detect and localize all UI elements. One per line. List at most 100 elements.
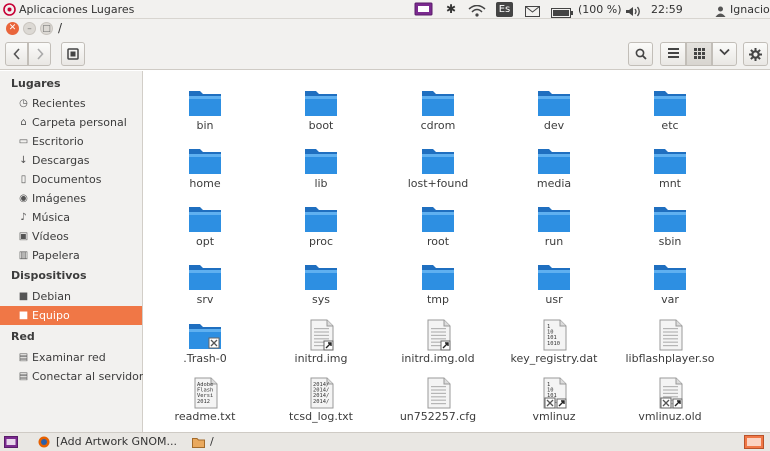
file-item[interactable]: cdrom: [380, 76, 496, 132]
computer-icon: ■: [18, 310, 29, 321]
close-window-button[interactable]: ✕: [6, 22, 19, 35]
file-item[interactable]: tmp: [380, 250, 496, 306]
file-item[interactable]: media: [496, 134, 612, 190]
window-titlebar: ✕ – □ /: [0, 19, 770, 38]
file-item[interactable]: root: [380, 192, 496, 248]
sidebar-item-home[interactable]: ⌂ Carpeta personal: [0, 113, 142, 132]
file-item[interactable]: srv: [147, 250, 263, 306]
file-item[interactable]: 2014/2014/2014/2014/tcsd_log.txt: [263, 367, 379, 423]
home-icon: ⌂: [20, 117, 27, 128]
file-name: initrd.img.old: [401, 352, 475, 365]
places-menu[interactable]: Lugares: [91, 0, 134, 19]
file-name: run: [544, 235, 564, 248]
file-item[interactable]: sbin: [612, 192, 728, 248]
folder-icon: [189, 207, 221, 232]
file-item[interactable]: vmlinuz.old: [612, 367, 728, 423]
user-menu[interactable]: Ignacio: [730, 0, 770, 19]
sidebar-item-browse-network[interactable]: ▤ Examinar red: [0, 348, 142, 367]
chevron-down-icon: [719, 48, 730, 56]
list-view-button[interactable]: [660, 42, 686, 66]
file-name: mnt: [659, 177, 681, 190]
folder-icon: [305, 207, 337, 232]
sidebar-item-debian[interactable]: ■ Debian: [0, 287, 142, 306]
user-icon[interactable]: [715, 4, 726, 17]
taskbar-files-window[interactable]: /: [210, 433, 214, 451]
folder-icon: [538, 149, 570, 174]
wifi-icon[interactable]: [468, 4, 486, 17]
battery-icon[interactable]: [551, 5, 573, 18]
folder-icon: [538, 207, 570, 232]
sidebar-item-videos[interactable]: ▣ Vídeos: [0, 227, 142, 246]
sidebar-item-trash[interactable]: ▥ Papelera: [0, 246, 142, 265]
sidebar-item-downloads[interactable]: ↓ Descargas: [0, 151, 142, 170]
sidebar-item-documents[interactable]: ▯ Documentos: [0, 170, 142, 189]
clock[interactable]: 22:59: [651, 0, 683, 19]
folder-icon: [654, 207, 686, 232]
search-button[interactable]: [628, 42, 653, 66]
keyboard-layout-indicator[interactable]: Es: [496, 2, 513, 17]
file-item[interactable]: 1 10 101 1010 key_registry.dat: [496, 309, 612, 365]
settings-button[interactable]: [743, 42, 768, 66]
folder-icon: [422, 91, 454, 116]
file-item[interactable]: etc: [612, 76, 728, 132]
file-item[interactable]: initrd.img.old: [380, 309, 496, 365]
folder-icon: [305, 91, 337, 116]
file-item[interactable]: dev: [496, 76, 612, 132]
location-toggle-button[interactable]: [61, 42, 85, 66]
workspace-switcher-icon[interactable]: [744, 435, 764, 449]
file-item[interactable]: opt: [147, 192, 263, 248]
file-item[interactable]: proc: [263, 192, 379, 248]
file-name: tmp: [426, 293, 449, 306]
file-name: lost+found: [407, 177, 469, 190]
file-item[interactable]: var: [612, 250, 728, 306]
screen-icon[interactable]: [414, 2, 433, 17]
file-item[interactable]: .Trash-0: [147, 309, 263, 365]
sidebar-item-pictures[interactable]: ◉ Imágenes: [0, 189, 142, 208]
taskbar: [Add Artwork GNOM... /: [0, 432, 770, 451]
maximize-window-button[interactable]: □: [40, 22, 53, 35]
sidebar-item-computer[interactable]: ■ Equipo: [0, 306, 142, 325]
file-item[interactable]: sys: [263, 250, 379, 306]
top-panel: Aplicaciones Lugares ✱ Es (100 %) 22:59 …: [0, 0, 770, 19]
view-options-button[interactable]: [712, 42, 737, 66]
sidebar-item-music[interactable]: ♪ Música: [0, 208, 142, 227]
file-item[interactable]: lost+found: [380, 134, 496, 190]
debian-logo-icon[interactable]: [3, 3, 16, 16]
file-name: .Trash-0: [183, 352, 227, 365]
volume-icon[interactable]: [625, 4, 642, 17]
file-item[interactable]: initrd.img: [263, 309, 379, 365]
file-name: etc: [661, 119, 679, 132]
file-item[interactable]: lib: [263, 134, 379, 190]
file-item[interactable]: Adobe Flash Versi 2012 readme.txt: [147, 367, 263, 423]
sidebar-item-desktop[interactable]: ▭ Escritorio: [0, 132, 142, 151]
file-item[interactable]: home: [147, 134, 263, 190]
video-icon: ▣: [18, 231, 29, 242]
file-item[interactable]: un752257.cfg: [380, 367, 496, 423]
file-item[interactable]: 1101011010vmlinuz: [496, 367, 612, 423]
file-item[interactable]: run: [496, 192, 612, 248]
mail-icon[interactable]: [525, 4, 540, 17]
file-item[interactable]: mnt: [612, 134, 728, 190]
sidebar-item-recent[interactable]: ◷ Recientes: [0, 94, 142, 113]
bluetooth-icon[interactable]: ✱: [446, 0, 456, 19]
list-view-icon: [667, 48, 679, 58]
back-button[interactable]: [5, 42, 28, 66]
sidebar-item-connect-server[interactable]: ▤ Conectar al servidor: [0, 367, 144, 386]
gear-icon: [749, 48, 762, 61]
file-link-icon: [659, 377, 683, 409]
grid-view-button[interactable]: [686, 42, 712, 66]
minimize-window-button[interactable]: –: [23, 22, 36, 35]
file-name: vmlinuz: [532, 410, 576, 423]
forward-button[interactable]: [28, 42, 51, 66]
file-item[interactable]: boot: [263, 76, 379, 132]
file-item[interactable]: libflashplayer.so: [612, 309, 728, 365]
file-item[interactable]: bin: [147, 76, 263, 132]
file-item[interactable]: usr: [496, 250, 612, 306]
applications-menu[interactable]: Aplicaciones: [19, 0, 88, 19]
file-name: key_registry.dat: [510, 352, 598, 365]
show-desktop-icon[interactable]: [4, 436, 18, 448]
file-grid: bin boot cdrom dev etc home lib lost+found media…: [143, 71, 770, 432]
taskbar-browser-window[interactable]: [Add Artwork GNOM...: [56, 433, 177, 451]
file-name: vmlinuz.old: [638, 410, 702, 423]
window-title: /: [58, 21, 63, 35]
